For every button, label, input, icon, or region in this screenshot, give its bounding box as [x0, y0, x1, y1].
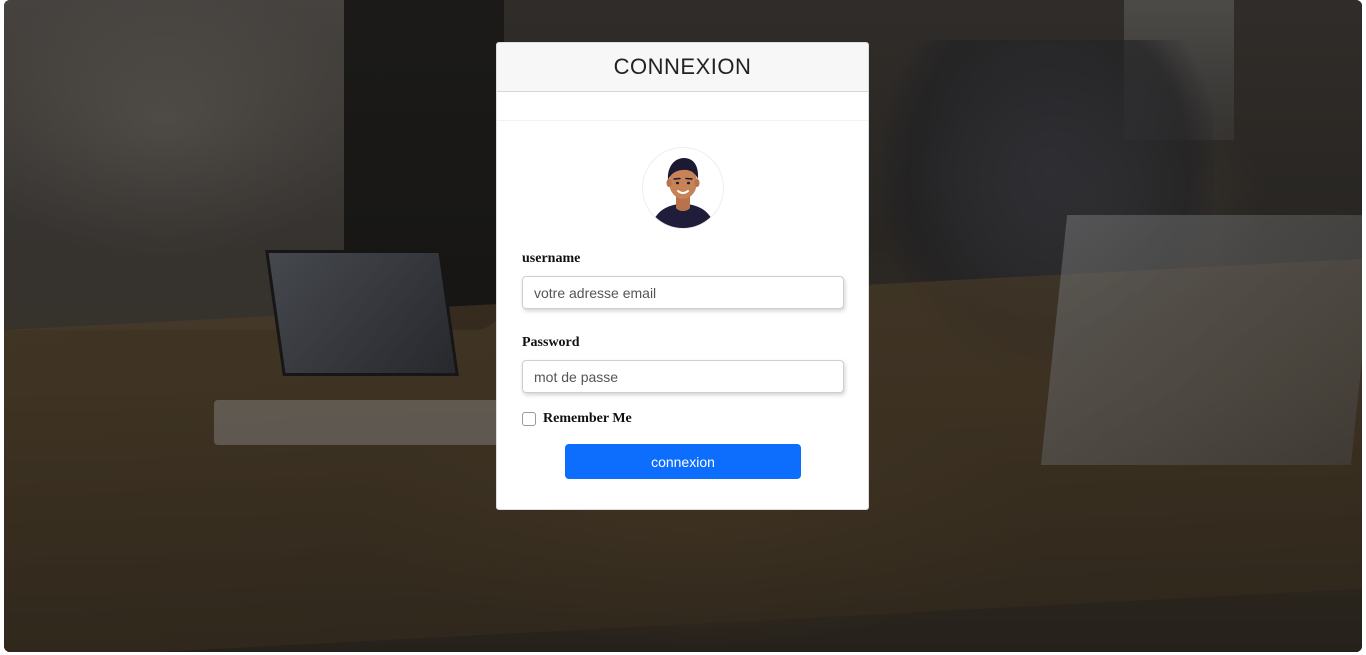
username-input[interactable] — [522, 276, 844, 309]
login-card: CONNEXION username votre adresse email P… — [496, 42, 869, 510]
remember-me-checkbox[interactable] — [522, 412, 536, 426]
remember-me-row: Remember Me — [522, 411, 844, 427]
user-avatar-icon — [642, 147, 724, 229]
connexion-button[interactable]: connexion — [565, 444, 801, 479]
login-form: username Password Remember Me connexion — [497, 147, 868, 479]
password-input[interactable] — [522, 360, 844, 393]
card-subbar — [497, 92, 868, 121]
password-label: Password — [522, 335, 580, 350]
remember-me-label[interactable]: Remember Me — [543, 411, 632, 427]
card-header: CONNEXION — [497, 43, 868, 92]
username-label: username — [522, 251, 581, 266]
avatar-illustration — [644, 149, 722, 228]
page-title: CONNEXION — [613, 54, 752, 79]
